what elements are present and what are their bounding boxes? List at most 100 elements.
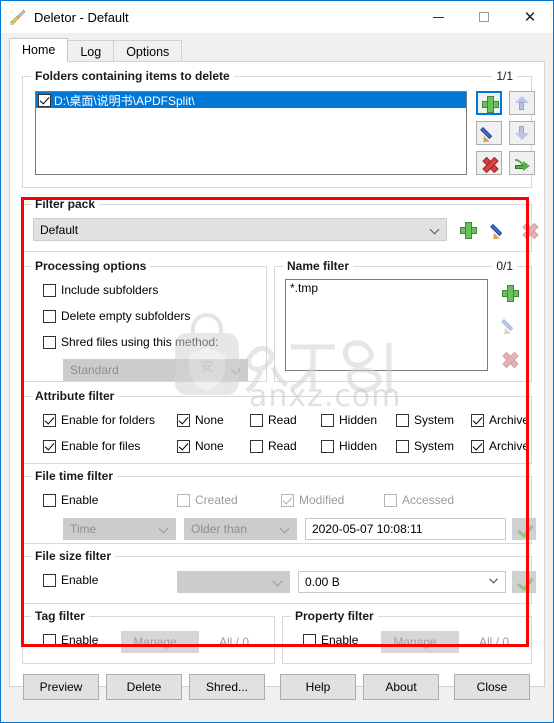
attr-folders-system-checkbox[interactable] xyxy=(396,413,409,427)
attr-files-archive-checkbox[interactable] xyxy=(471,439,484,453)
help-button[interactable]: Help xyxy=(280,674,356,700)
attr-files-system-label: System xyxy=(414,439,455,453)
edit-name-filter-button[interactable] xyxy=(497,312,522,338)
remove-folder-button[interactable] xyxy=(476,151,502,175)
attr-files-system-checkbox[interactable] xyxy=(396,439,409,453)
attr-folders-none-checkbox[interactable] xyxy=(177,413,190,427)
folder-path: D:\桌面\说明书\APDFSplit\ xyxy=(54,93,195,108)
property-filter-enable-row[interactable]: Enable xyxy=(303,633,358,647)
attr-enable-files-checkbox[interactable] xyxy=(43,439,56,453)
delete-button[interactable]: Delete xyxy=(106,674,182,700)
delete-empty-subfolders-checkbox[interactable] xyxy=(43,309,56,323)
attr-folders-hidden-row[interactable]: Hidden xyxy=(321,413,377,427)
close-bottom-button[interactable]: Close xyxy=(454,674,530,700)
attr-files-hidden-row[interactable]: Hidden xyxy=(321,439,377,453)
attr-files-archive-row[interactable]: Archive xyxy=(471,439,529,453)
tab-home[interactable]: Home xyxy=(9,38,69,62)
filter-pack-select[interactable]: Default xyxy=(33,218,447,241)
tag-filter-enable-row[interactable]: Enable xyxy=(43,633,98,647)
file-time-enable-checkbox[interactable] xyxy=(43,493,56,507)
attr-enable-folders-label: Enable for folders xyxy=(61,413,156,427)
file-time-accessed-checkbox[interactable] xyxy=(384,493,397,507)
delete-filter-pack-button[interactable] xyxy=(517,218,542,241)
folder-checkbox[interactable] xyxy=(38,93,51,107)
folders-counter: 1/1 xyxy=(492,69,517,83)
file-time-created-checkbox[interactable] xyxy=(177,493,190,507)
list-item[interactable]: *.tmp xyxy=(286,280,487,296)
file-size-apply-button[interactable] xyxy=(512,571,536,593)
about-button[interactable]: About xyxy=(363,674,439,700)
tab-options[interactable]: Options xyxy=(113,40,183,62)
attr-folders-archive-checkbox[interactable] xyxy=(471,413,484,427)
attr-enable-folders-checkbox[interactable] xyxy=(43,413,56,427)
attr-files-read-label: Read xyxy=(268,439,297,453)
attr-enable-folders-row[interactable]: Enable for folders xyxy=(43,413,155,427)
tag-filter-manage-button[interactable]: Manage... xyxy=(121,631,199,653)
shred-method-select[interactable]: Standard xyxy=(63,359,248,381)
include-subfolders-row[interactable]: Include subfolders xyxy=(43,283,158,297)
shred-files-row[interactable]: Shred files using this method: xyxy=(43,335,218,349)
move-folder-down-button[interactable] xyxy=(509,121,535,145)
folders-listbox[interactable]: D:\桌面\说明书\APDFSplit\ xyxy=(35,91,467,175)
edit-folder-button[interactable] xyxy=(476,121,502,146)
include-subfolders-checkbox[interactable] xyxy=(43,283,56,297)
file-time-mode-select[interactable]: Time xyxy=(63,518,176,540)
attr-files-system-row[interactable]: System xyxy=(396,439,454,453)
attr-folders-read-row[interactable]: Read xyxy=(250,413,297,427)
delete-name-filter-button[interactable] xyxy=(497,345,522,371)
open-folder-button[interactable] xyxy=(509,151,535,175)
list-item[interactable]: D:\桌面\说明书\APDFSplit\ xyxy=(36,92,466,108)
file-time-created-row[interactable]: Created xyxy=(177,493,238,507)
property-filter-enable-checkbox[interactable] xyxy=(303,633,316,647)
file-size-value-input[interactable]: 0.00 B xyxy=(298,571,506,593)
delete-x-icon xyxy=(522,222,537,237)
file-time-enable-row[interactable]: Enable xyxy=(43,493,98,507)
file-time-comparison-select[interactable]: Older than xyxy=(184,518,297,540)
name-filter-caption: Name filter xyxy=(283,259,354,273)
file-size-comparison-select[interactable] xyxy=(177,571,290,593)
attr-folders-archive-row[interactable]: Archive xyxy=(471,413,529,427)
attr-files-none-checkbox[interactable] xyxy=(177,439,190,453)
add-name-filter-button[interactable] xyxy=(497,279,522,305)
tag-filter-enable-checkbox[interactable] xyxy=(43,633,56,647)
attr-folders-read-checkbox[interactable] xyxy=(250,413,263,427)
delete-empty-subfolders-row[interactable]: Delete empty subfolders xyxy=(43,309,190,323)
attr-folders-none-label: None xyxy=(195,413,224,427)
attr-enable-files-row[interactable]: Enable for files xyxy=(43,439,140,453)
minimize-button[interactable] xyxy=(415,1,461,33)
add-folder-button[interactable] xyxy=(476,91,502,115)
attr-files-read-checkbox[interactable] xyxy=(250,439,263,453)
shred-files-checkbox[interactable] xyxy=(43,335,56,349)
maximize-button[interactable] xyxy=(461,1,507,33)
close-button[interactable]: ✕ xyxy=(507,1,553,33)
file-time-apply-button[interactable] xyxy=(512,518,536,540)
filter-pack-value: Default xyxy=(40,222,79,237)
file-time-modified-row[interactable]: Modified xyxy=(281,493,344,507)
file-size-value: 0.00 B xyxy=(305,575,340,589)
move-folder-up-button[interactable] xyxy=(509,91,535,115)
file-size-enable-row[interactable]: Enable xyxy=(43,573,98,587)
tab-log[interactable]: Log xyxy=(67,40,115,62)
file-time-modified-checkbox[interactable] xyxy=(281,493,294,507)
attr-files-hidden-checkbox[interactable] xyxy=(321,439,334,453)
property-filter-manage-button[interactable]: Manage... xyxy=(381,631,459,653)
name-filter-listbox[interactable]: *.tmp xyxy=(285,279,488,371)
file-time-mode-value: Time xyxy=(70,522,97,536)
file-size-enable-checkbox[interactable] xyxy=(43,573,56,587)
preview-button[interactable]: Preview xyxy=(23,674,99,700)
add-filter-pack-button[interactable] xyxy=(455,218,480,241)
edit-filter-pack-button[interactable] xyxy=(486,218,511,242)
file-time-accessed-row[interactable]: Accessed xyxy=(384,493,454,507)
attr-folders-hidden-checkbox[interactable] xyxy=(321,413,334,427)
file-time-datetime-input[interactable]: 2020-05-07 10:08:11 xyxy=(305,518,506,540)
shred-button[interactable]: Shred... xyxy=(189,674,265,700)
tag-filter-group: Tag filter Enable Manage... All / 0 xyxy=(22,609,275,664)
file-time-comparison-value: Older than xyxy=(191,522,248,536)
attr-files-read-row[interactable]: Read xyxy=(250,439,297,453)
chevron-down-icon[interactable] xyxy=(489,578,498,586)
attr-folders-none-row[interactable]: None xyxy=(177,413,224,427)
attr-folders-system-row[interactable]: System xyxy=(396,413,454,427)
attr-files-none-row[interactable]: None xyxy=(177,439,224,453)
file-time-filter-caption: File time filter xyxy=(31,469,118,483)
file-time-created-label: Created xyxy=(195,493,238,507)
